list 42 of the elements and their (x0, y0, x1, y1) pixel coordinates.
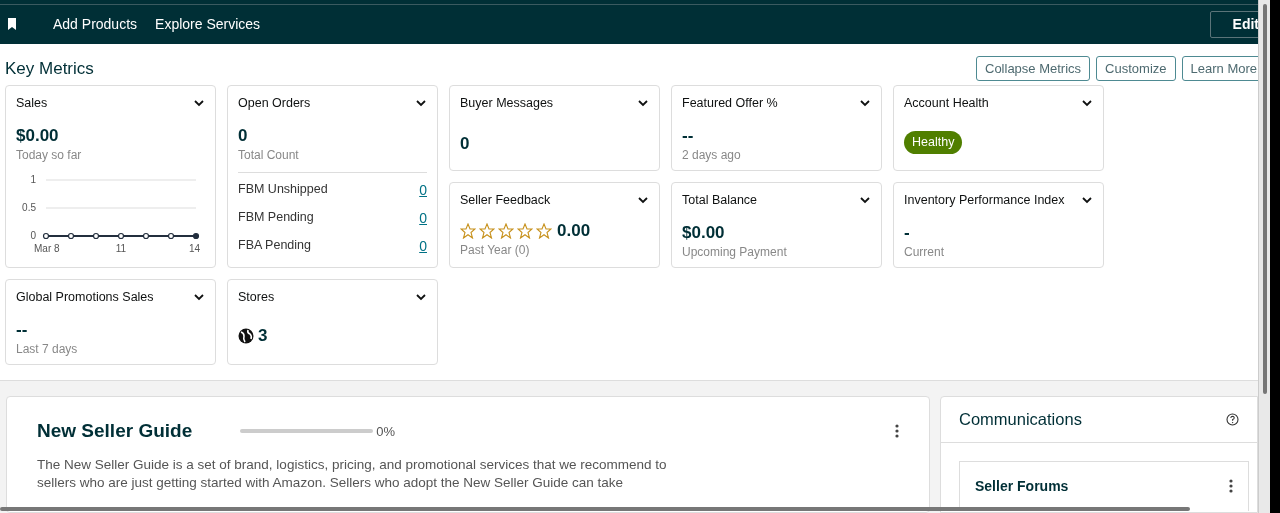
card-title: Account Health (904, 95, 989, 113)
metric-value: 3 (258, 326, 268, 346)
card-title: Total Balance (682, 192, 758, 210)
axis-label: 1 (30, 173, 36, 185)
metric-value: -- (682, 126, 695, 146)
card-title: Inventory Performance Index (904, 192, 1065, 210)
breakdown-label: FBA Pending (238, 236, 311, 254)
metric-caption: Upcoming Payment (682, 243, 788, 261)
axis-label: 0.5 (22, 201, 36, 213)
metric-value: $0.00 (16, 126, 60, 146)
breakdown-label: FBM Pending (238, 208, 314, 226)
metric-caption: Past Year (0) (460, 241, 531, 259)
card-title: New Seller Guide (37, 419, 193, 444)
progress-reading: 0% (376, 422, 396, 441)
card-title: Sales (16, 95, 48, 113)
status-badge: Healthy (904, 130, 963, 154)
axis-label: 11 (115, 242, 127, 254)
guide-description: The New Seller Guide is a set of brand, logistics, pricing, and promotional services that we recommend to sellers who are just getting started with Amazon. Sellers who adopt the New Seller Guide can take (37, 455, 667, 492)
metric-caption: Current (904, 243, 945, 261)
card-title: Seller Forums (975, 476, 1069, 496)
metric-value: 0.00 (557, 221, 591, 241)
card-title: Seller Feedback (460, 192, 551, 210)
breakdown-label: FBM Unshipped (238, 180, 328, 198)
card-title: Featured Offer % (682, 95, 778, 113)
axis-label: 14 (188, 242, 200, 254)
card-title: Open Orders (238, 95, 311, 113)
metric-value: - (904, 223, 911, 243)
section-title: Key Metrics (5, 57, 94, 80)
panel-title: Communications (959, 409, 1082, 431)
metric-caption: Total Count (238, 146, 300, 164)
axis-label: 0 (30, 229, 36, 241)
metric-value: $0.00 (682, 223, 726, 243)
metric-value: -- (16, 320, 29, 340)
card-title: Global Promotions Sales (16, 289, 154, 307)
metric-caption: Today so far (16, 146, 83, 164)
metric-caption: 2 days ago (682, 146, 742, 164)
metric-value: 0 (238, 126, 249, 146)
axis-label: Mar 8 (34, 242, 60, 254)
card-title: Buyer Messages (460, 95, 554, 113)
metric-value: 0 (460, 134, 471, 154)
card-title: Stores (238, 289, 275, 307)
metric-caption: Last 7 days (16, 340, 79, 358)
